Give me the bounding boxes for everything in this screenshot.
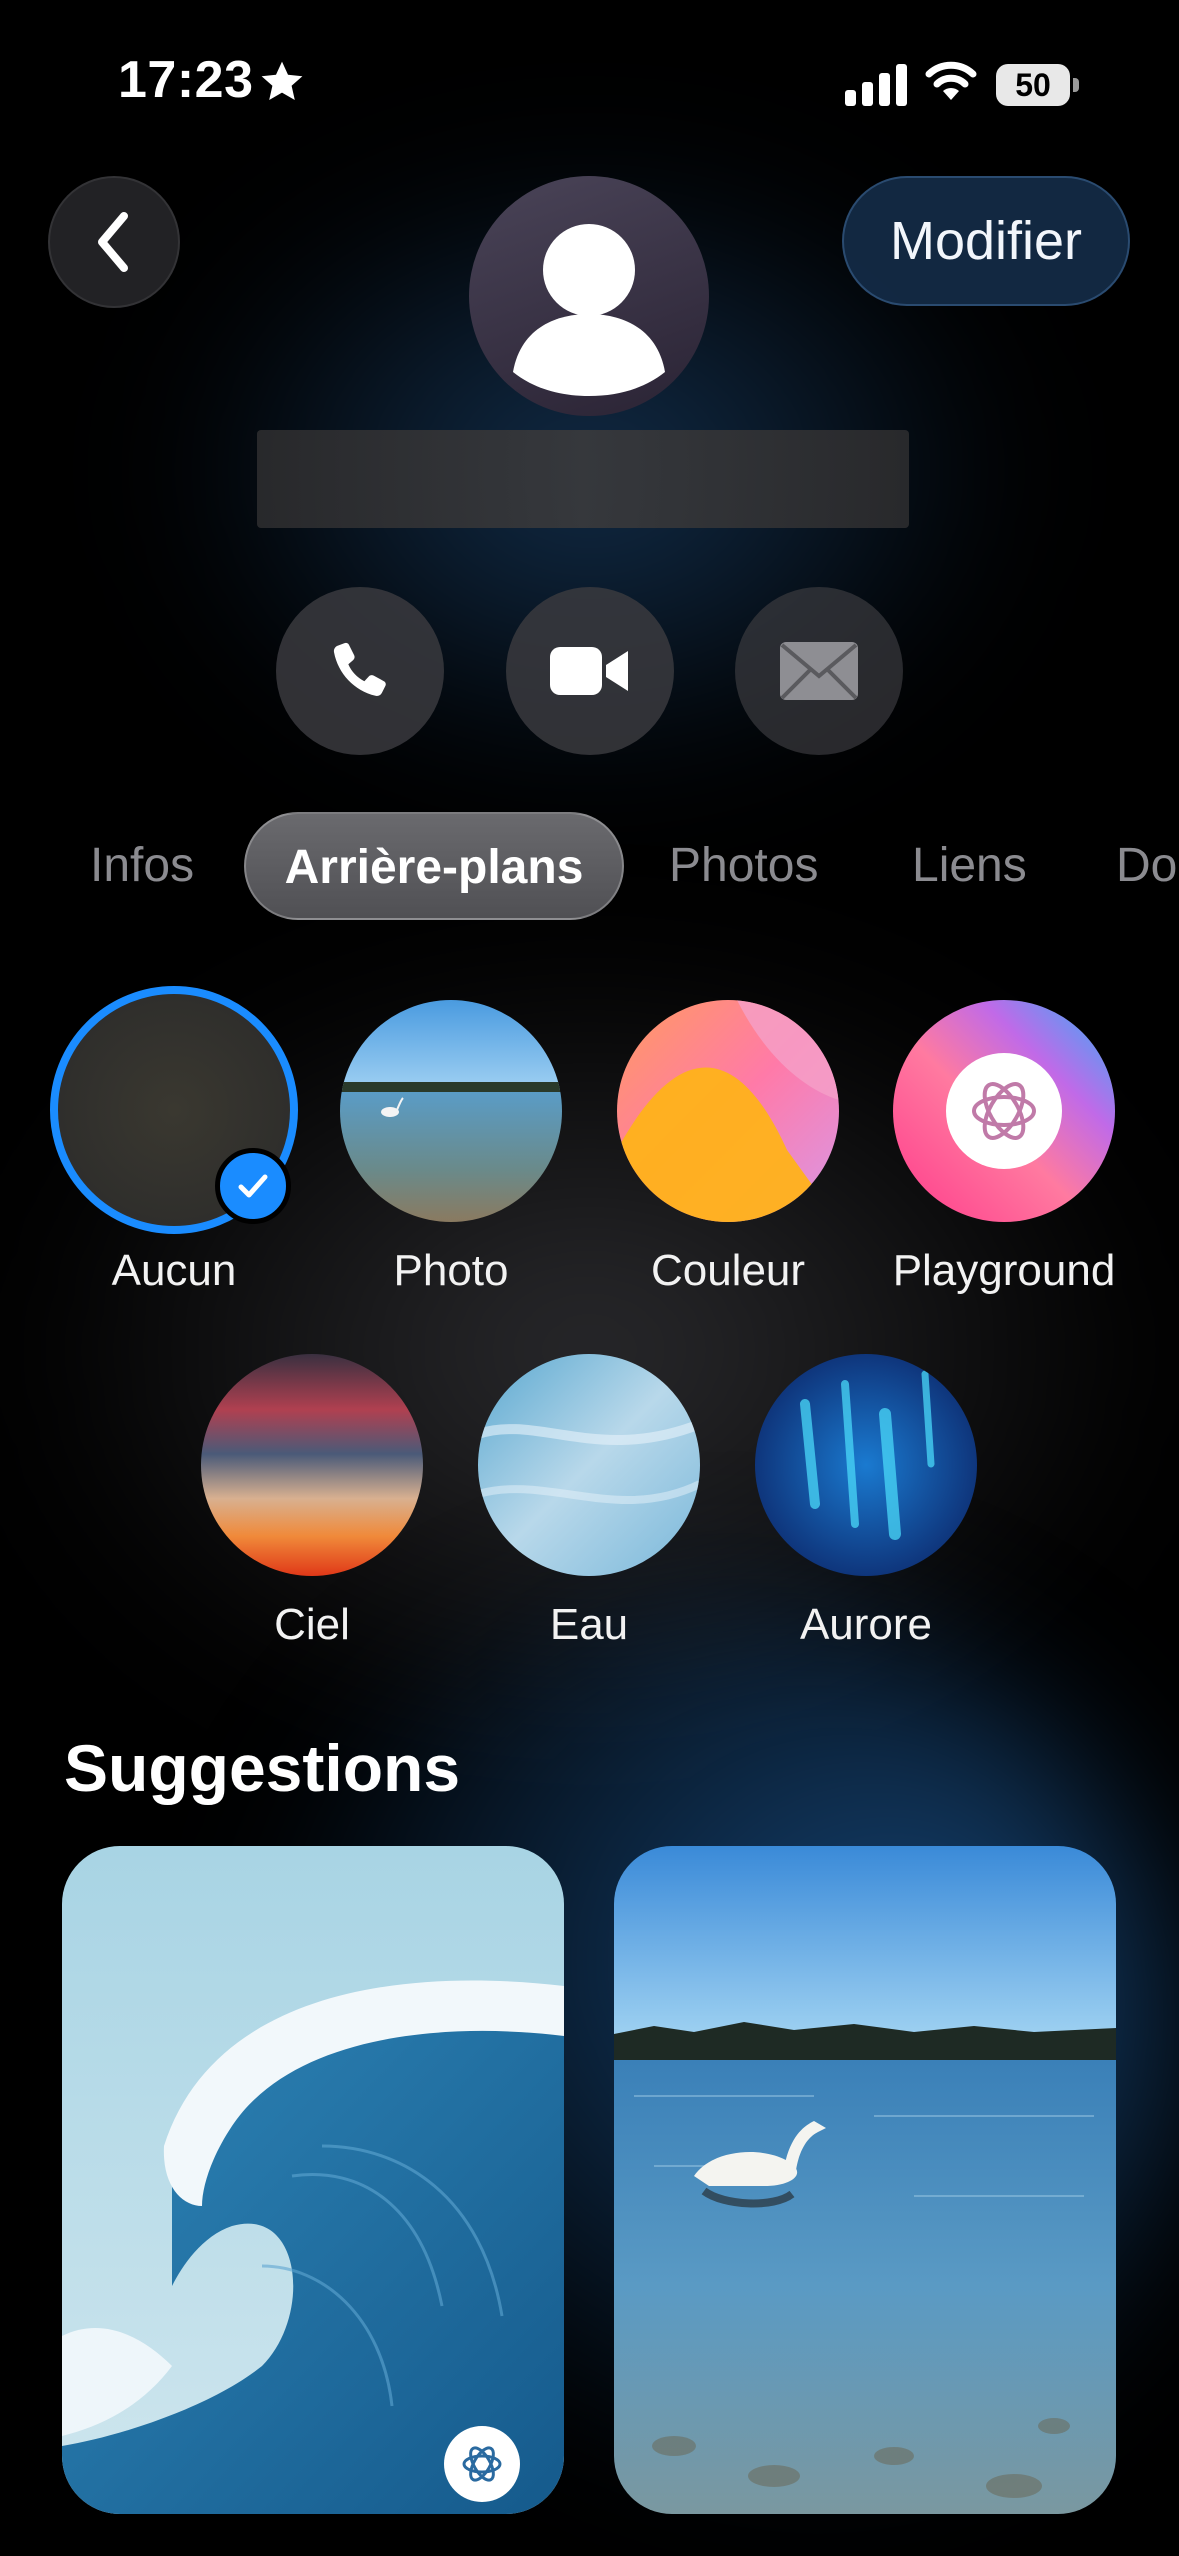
selected-check-icon [215,1148,291,1224]
background-label-eau: Eau [549,1600,629,1649]
suggestion-card-wave[interactable] [62,1846,564,2514]
tab-liens[interactable]: Liens [912,812,1027,920]
background-option-playground[interactable] [893,1000,1115,1222]
playground-icon [462,2446,502,2482]
aurora-thumbnail [755,1354,977,1576]
mail-button[interactable] [735,587,903,755]
call-button[interactable] [276,587,444,755]
tab-infos[interactable]: Infos [90,812,194,920]
apple-intelligence-badge [444,2426,520,2502]
wifi-icon [925,61,977,100]
chevron-left-icon [98,212,128,272]
playground-thumbnail [893,1000,1115,1222]
status-time: 17:23 [118,51,254,109]
background-option-photo[interactable] [340,1000,562,1222]
contact-name-redacted [257,430,909,528]
background-label-photo: Photo [393,1246,509,1295]
sky-thumbnail [201,1354,423,1576]
battery-icon: 50 [996,64,1080,108]
person-icon [513,224,665,396]
star-icon [261,61,303,100]
phone-icon [333,642,386,696]
battery-percent: 50 [1015,67,1051,103]
background-label-playground: Playground [892,1246,1116,1295]
background-label-couleur: Couleur [650,1246,806,1295]
water-thumbnail [478,1354,700,1576]
cellular-signal-icon [845,64,907,106]
back-button[interactable] [48,176,180,308]
background-label-ciel: Ciel [274,1600,350,1649]
lake-swan-thumbnail [340,1000,562,1222]
tab-bar: Infos Arrière-plans Photos Liens Do [0,812,1179,934]
tab-documents[interactable]: Do [1116,812,1177,920]
background-option-ciel[interactable] [201,1354,423,1576]
mail-icon [780,642,858,700]
suggestion-card-swan[interactable] [614,1846,1116,2514]
background-label-aucun: Aucun [111,1246,237,1295]
background-option-eau[interactable] [478,1354,700,1576]
background-option-aurore[interactable] [755,1354,977,1576]
contact-avatar[interactable] [469,176,709,416]
edit-button[interactable]: Modifier [842,176,1130,306]
tab-arriere-plans[interactable]: Arrière-plans [244,812,624,920]
video-call-button[interactable] [506,587,674,755]
background-label-aurore: Aurore [799,1600,933,1649]
background-option-couleur[interactable] [617,1000,839,1222]
color-gradient-thumbnail [617,1000,839,1222]
tab-photos[interactable]: Photos [669,812,818,920]
suggestions-title: Suggestions [64,1731,461,1805]
wave-image [62,1846,564,2514]
video-camera-icon [550,647,628,695]
swan-lake-image [614,1846,1116,2514]
